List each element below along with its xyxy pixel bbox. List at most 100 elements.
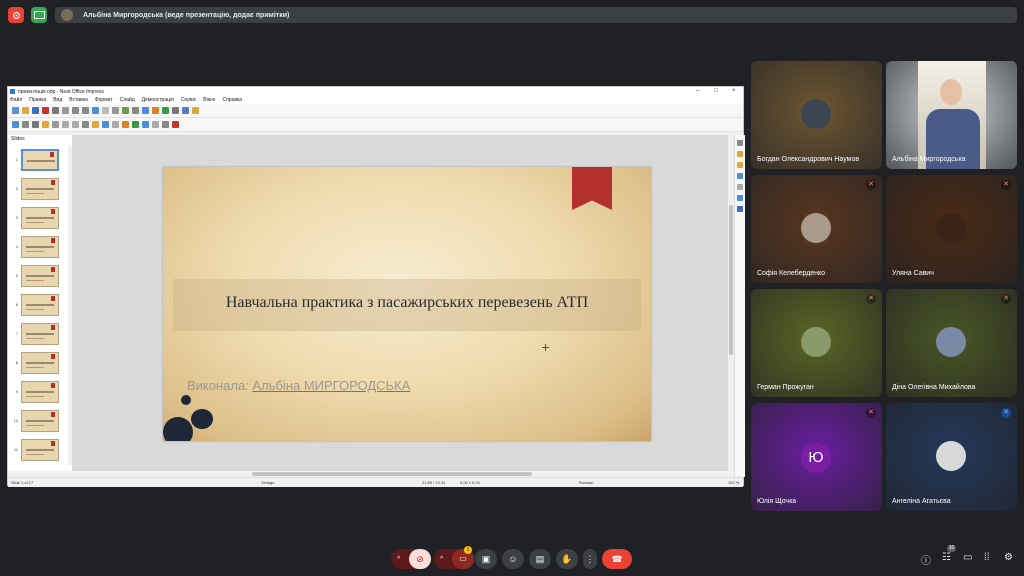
activities-icon[interactable]: ⁞⁞ xyxy=(984,552,990,563)
slide-thumbnail-row[interactable]: 1 xyxy=(8,145,72,174)
captions-button[interactable]: ▤ xyxy=(529,549,551,569)
chart-icon[interactable] xyxy=(152,107,159,114)
maximize-button[interactable]: □ xyxy=(714,87,718,96)
participant-tile[interactable]: Богдан Олександрович Наумов xyxy=(751,61,882,169)
open-icon[interactable] xyxy=(22,107,29,114)
table-icon[interactable] xyxy=(132,107,139,114)
menu-insert[interactable]: Вставка xyxy=(69,97,88,103)
line-icon[interactable] xyxy=(52,121,59,128)
slide-title[interactable]: Навчальна практика з пасажирських переве… xyxy=(163,294,651,312)
present-button[interactable]: ▣ xyxy=(475,549,497,569)
slide-thumbnail-row[interactable]: 11 xyxy=(8,435,72,464)
cut-icon[interactable] xyxy=(62,107,69,114)
shapes-icon[interactable] xyxy=(112,121,119,128)
slide-subtitle[interactable]: Виконала: Альбіна МИРГОРОДСЬКА xyxy=(187,378,410,393)
crop-icon[interactable] xyxy=(172,121,179,128)
rotate-icon[interactable] xyxy=(142,121,149,128)
chevron-up-icon[interactable]: ^ xyxy=(440,556,443,563)
slide-thumbnail[interactable] xyxy=(21,264,59,287)
participant-tile[interactable]: ✕ Ю Юлія Щочка xyxy=(751,403,882,511)
slide-thumbnail[interactable] xyxy=(21,148,59,171)
slide-thumbnail[interactable] xyxy=(21,438,59,461)
slide-thumbnail[interactable] xyxy=(21,235,59,258)
mic-off-icon[interactable]: ⊘ xyxy=(409,549,431,569)
image-icon[interactable] xyxy=(142,107,149,114)
rectangle-icon[interactable] xyxy=(62,121,69,128)
transition-icon[interactable] xyxy=(737,173,743,179)
menu-window[interactable]: Вікно xyxy=(203,97,215,103)
paste-icon[interactable] xyxy=(82,107,89,114)
spelling-icon[interactable] xyxy=(122,107,129,114)
copy-icon[interactable] xyxy=(72,107,79,114)
participant-tile[interactable]: ✕ Герман Прожуган xyxy=(751,289,882,397)
menu-format[interactable]: Формат xyxy=(95,97,113,103)
slide-thumbnail-row[interactable]: 6 xyxy=(8,290,72,319)
leave-call-button[interactable]: ☎ xyxy=(602,549,632,569)
record-button[interactable] xyxy=(8,7,24,23)
animation-icon[interactable] xyxy=(737,162,743,168)
find-icon[interactable] xyxy=(112,107,119,114)
shadow-icon[interactable] xyxy=(162,121,169,128)
undo-icon[interactable] xyxy=(92,107,99,114)
select-icon[interactable] xyxy=(12,121,19,128)
chevron-up-icon[interactable]: ^ xyxy=(397,556,400,563)
slide-thumbnail[interactable] xyxy=(21,322,59,345)
slide-thumbnail-row[interactable]: 5 xyxy=(8,261,72,290)
mic-control[interactable]: ^ ⊘ xyxy=(391,549,431,569)
slide-thumbnail[interactable] xyxy=(21,177,59,200)
redo-icon[interactable] xyxy=(102,107,109,114)
media-icon[interactable] xyxy=(162,107,169,114)
emoji-button[interactable]: ☺ xyxy=(502,549,524,569)
text-icon[interactable] xyxy=(32,121,39,128)
slide-thumbnail[interactable] xyxy=(21,206,59,229)
export-pdf-icon[interactable] xyxy=(42,107,49,114)
menu-file[interactable]: Файл xyxy=(10,97,22,103)
align-icon[interactable] xyxy=(152,121,159,128)
curve-icon[interactable] xyxy=(92,121,99,128)
gallery-icon[interactable] xyxy=(737,195,743,201)
participant-tile[interactable]: ✕ Софія Келеберденко xyxy=(751,175,882,283)
slide-thumbnail[interactable] xyxy=(21,380,59,403)
zoom-icon[interactable] xyxy=(22,121,29,128)
ellipse-icon[interactable] xyxy=(72,121,79,128)
current-slide[interactable]: Навчальна практика з пасажирських переве… xyxy=(163,167,651,441)
slide-thumbnail-row[interactable]: 9 xyxy=(8,377,72,406)
camera-control[interactable]: ^ ▭ 1 xyxy=(434,546,474,569)
slide-thumbnail-row[interactable]: 2 xyxy=(8,174,72,203)
host-controls-icon[interactable]: ⚙ xyxy=(1004,552,1013,563)
more-options-button[interactable]: ⋮ xyxy=(583,549,597,569)
slideshow-icon[interactable] xyxy=(192,107,199,114)
people-icon[interactable]: ☷ xyxy=(942,552,951,563)
menu-slideshow[interactable]: Демонстрація xyxy=(142,97,174,103)
menu-tools[interactable]: Сервіс xyxy=(181,97,196,103)
menu-slide[interactable]: Слайд xyxy=(120,97,135,103)
star-icon[interactable] xyxy=(122,121,129,128)
minimize-button[interactable]: – xyxy=(696,87,699,96)
textbox-icon[interactable] xyxy=(172,107,179,114)
slide-thumbnail-row[interactable]: 7 xyxy=(8,319,72,348)
chat-icon[interactable]: ▭ xyxy=(963,552,972,563)
3d-object-icon[interactable] xyxy=(132,121,139,128)
slide-thumbnail-row[interactable]: 4 xyxy=(8,232,72,261)
fontwork-icon[interactable] xyxy=(182,107,189,114)
menu-help[interactable]: Справка xyxy=(222,97,242,103)
fill-icon[interactable] xyxy=(42,121,49,128)
participant-tile[interactable]: ✕ Діна Олегівна Михайлова xyxy=(886,289,1017,397)
slide-thumbnail[interactable] xyxy=(21,351,59,374)
participant-tile[interactable]: ✕ Ангеліна Агатьєва xyxy=(886,403,1017,511)
menu-edit[interactable]: Правка xyxy=(29,97,46,103)
connector-icon[interactable] xyxy=(102,121,109,128)
slide-thumbnail-row[interactable]: 3 xyxy=(8,203,72,232)
print-icon[interactable] xyxy=(52,107,59,114)
slide-thumbnail[interactable] xyxy=(21,409,59,432)
participant-tile[interactable]: Альбіна Миргородська xyxy=(886,61,1017,169)
raise-hand-button[interactable]: ✋ xyxy=(556,549,578,569)
close-button[interactable]: × xyxy=(732,87,736,96)
styles-icon[interactable] xyxy=(737,184,743,190)
arrow-icon[interactable] xyxy=(82,121,89,128)
properties-icon[interactable] xyxy=(737,140,743,146)
master-slides-icon[interactable] xyxy=(737,151,743,157)
status-zoom[interactable]: 120 % xyxy=(728,480,739,485)
menu-view[interactable]: Вид xyxy=(53,97,62,103)
new-icon[interactable] xyxy=(12,107,19,114)
